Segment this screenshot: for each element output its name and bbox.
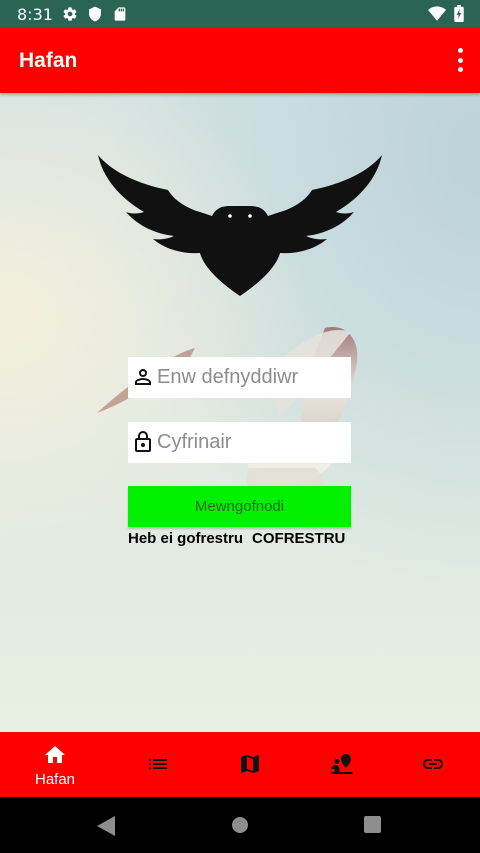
map-icon [241, 755, 259, 773]
eagle-logo [98, 155, 382, 296]
lock-icon [135, 431, 151, 452]
status-time: 8:31 [17, 5, 53, 24]
login-button[interactable]: Mewngofnodi [128, 486, 351, 527]
nav-item-home[interactable]: Hafan [7, 732, 103, 797]
password-field[interactable] [128, 422, 351, 463]
nav-item-home-label: Hafan [34, 771, 76, 788]
status-bar: 8:31 [0, 0, 480, 28]
gear-icon [63, 7, 77, 21]
person-pin-icon [331, 754, 353, 774]
wifi-icon [428, 6, 446, 21]
login-screen: Mewngofnodi Heb ei gofrestru COFRESTRU [0, 93, 480, 732]
register-prompt: Heb ei gofrestru [128, 530, 244, 547]
list-icon [149, 759, 167, 769]
recents-icon[interactable] [364, 816, 381, 833]
app-bar: Hafan [0, 28, 480, 93]
password-input[interactable] [157, 422, 347, 463]
status-icons-right [428, 5, 464, 22]
home-icon [45, 746, 65, 763]
nav-item-map[interactable] [202, 732, 298, 797]
more-vert-icon[interactable] [454, 48, 466, 72]
register-row: Heb ei gofrestru COFRESTRU [128, 530, 368, 547]
app-title: Hafan [19, 49, 78, 72]
system-navigation-bar [0, 797, 480, 853]
nav-item-link[interactable] [385, 732, 480, 797]
username-field[interactable] [128, 357, 351, 398]
register-link[interactable]: COFRESTRU [252, 530, 345, 547]
link-icon [423, 759, 443, 769]
person-icon [135, 369, 151, 385]
battery-icon [454, 5, 464, 22]
bottom-navigation: Hafan [0, 732, 480, 797]
shield-icon [89, 6, 101, 22]
nav-item-list[interactable] [110, 732, 206, 797]
username-input[interactable] [157, 357, 347, 398]
nav-item-person-pin[interactable] [294, 732, 390, 797]
status-icons-left [62, 6, 128, 22]
home-circle-icon[interactable] [231, 816, 249, 834]
back-icon[interactable] [97, 816, 115, 836]
sd-card-icon [114, 7, 126, 21]
